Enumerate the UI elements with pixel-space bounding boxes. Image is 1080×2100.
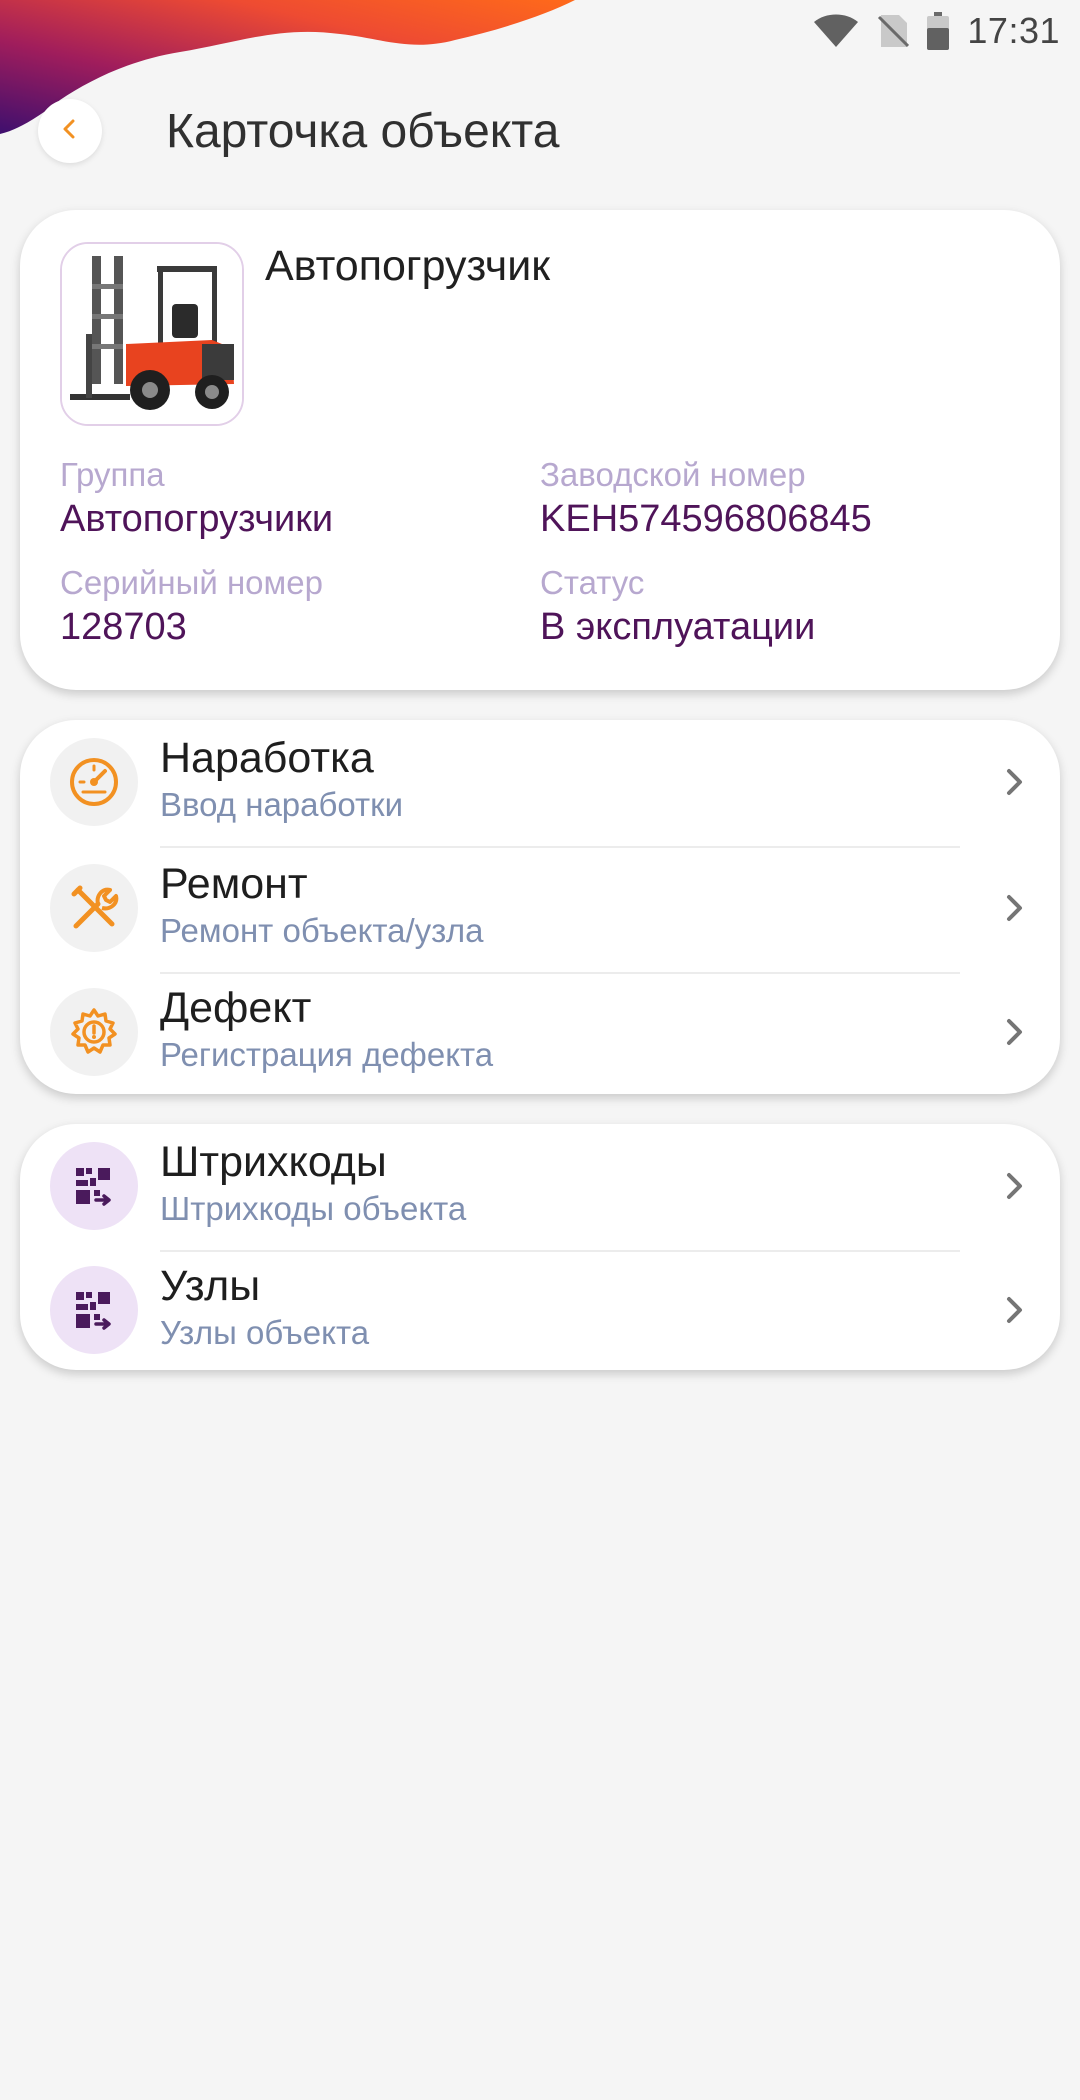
link-title: Узлы [160, 1262, 261, 1310]
no-sim-icon [877, 13, 910, 49]
qr-code-icon [50, 1142, 138, 1230]
header: Карточка объекта [38, 98, 559, 164]
field-serial-number: Серийный номер 128703 [60, 562, 323, 650]
status-bar: 17:31 [780, 0, 1080, 62]
wifi-icon [813, 13, 859, 49]
link-row-nodes[interactable]: Узлы Узлы объекта [20, 1248, 1060, 1372]
action-title: Дефект [160, 984, 312, 1032]
link-subtitle: Штрихкоды объекта [160, 1190, 467, 1227]
tools-icon [50, 864, 138, 952]
chevron-right-icon [1007, 895, 1022, 921]
chevron-right-icon [1007, 1297, 1022, 1323]
field-factory-number: Заводской номер KEH574596806845 [540, 454, 872, 542]
field-factory-number-label: Заводской номер [540, 456, 806, 493]
link-title: Штрихкоды [160, 1138, 387, 1186]
action-row-defect[interactable]: Дефект Регистрация дефекта [20, 970, 1060, 1094]
action-subtitle: Ремонт объекта/узла [160, 912, 484, 949]
object-summary-card: Автопогрузчик Группа Автопогрузчики Заво… [20, 210, 1060, 690]
field-group-label: Группа [60, 456, 165, 493]
action-row-operating-time[interactable]: Наработка Ввод наработки [20, 720, 1060, 844]
field-serial-number-value: 128703 [60, 606, 187, 648]
field-group-value: Автопогрузчики [60, 498, 334, 540]
actions-card: Наработка Ввод наработки Ремонт Ремонт о… [20, 720, 1060, 1094]
action-title: Ремонт [160, 860, 308, 908]
field-status-value: В эксплуатации [540, 606, 816, 648]
battery-icon [927, 12, 950, 50]
link-subtitle: Узлы объекта [160, 1314, 370, 1351]
field-status-label: Статус [540, 564, 645, 601]
field-group: Группа Автопогрузчики [60, 454, 333, 542]
field-serial-number-label: Серийный номер [60, 564, 323, 601]
back-button[interactable] [38, 99, 102, 163]
link-row-barcodes[interactable]: Штрихкоды Штрихкоды объекта [20, 1124, 1060, 1248]
action-subtitle: Регистрация дефекта [160, 1036, 494, 1073]
chevron-right-icon [1007, 1173, 1022, 1199]
speedometer-icon [50, 738, 138, 826]
object-name: Автопогрузчик [265, 242, 551, 290]
page-title: Карточка объекта [166, 104, 560, 158]
action-subtitle: Ввод наработки [160, 786, 404, 823]
forklift-image [62, 244, 242, 424]
chevron-right-icon [1007, 769, 1022, 795]
object-photo[interactable] [60, 242, 244, 426]
action-title: Наработка [160, 734, 374, 782]
field-status: Статус В эксплуатации [540, 562, 815, 650]
links-card: Штрихкоды Штрихкоды объекта Узлы Узлы об… [20, 1124, 1060, 1370]
status-time: 17:31 [967, 10, 1060, 51]
action-row-repair[interactable]: Ремонт Ремонт объекта/узла [20, 846, 1060, 970]
object-card-screen: 17:31 Карточка объекта Автопогрузчик Гру… [0, 0, 1080, 2100]
chevron-left-icon [59, 118, 81, 145]
qr-code-icon [50, 1266, 138, 1354]
chevron-right-icon [1007, 1019, 1022, 1045]
defect-gear-icon [50, 988, 138, 1076]
field-factory-number-value: KEH574596806845 [540, 498, 872, 540]
